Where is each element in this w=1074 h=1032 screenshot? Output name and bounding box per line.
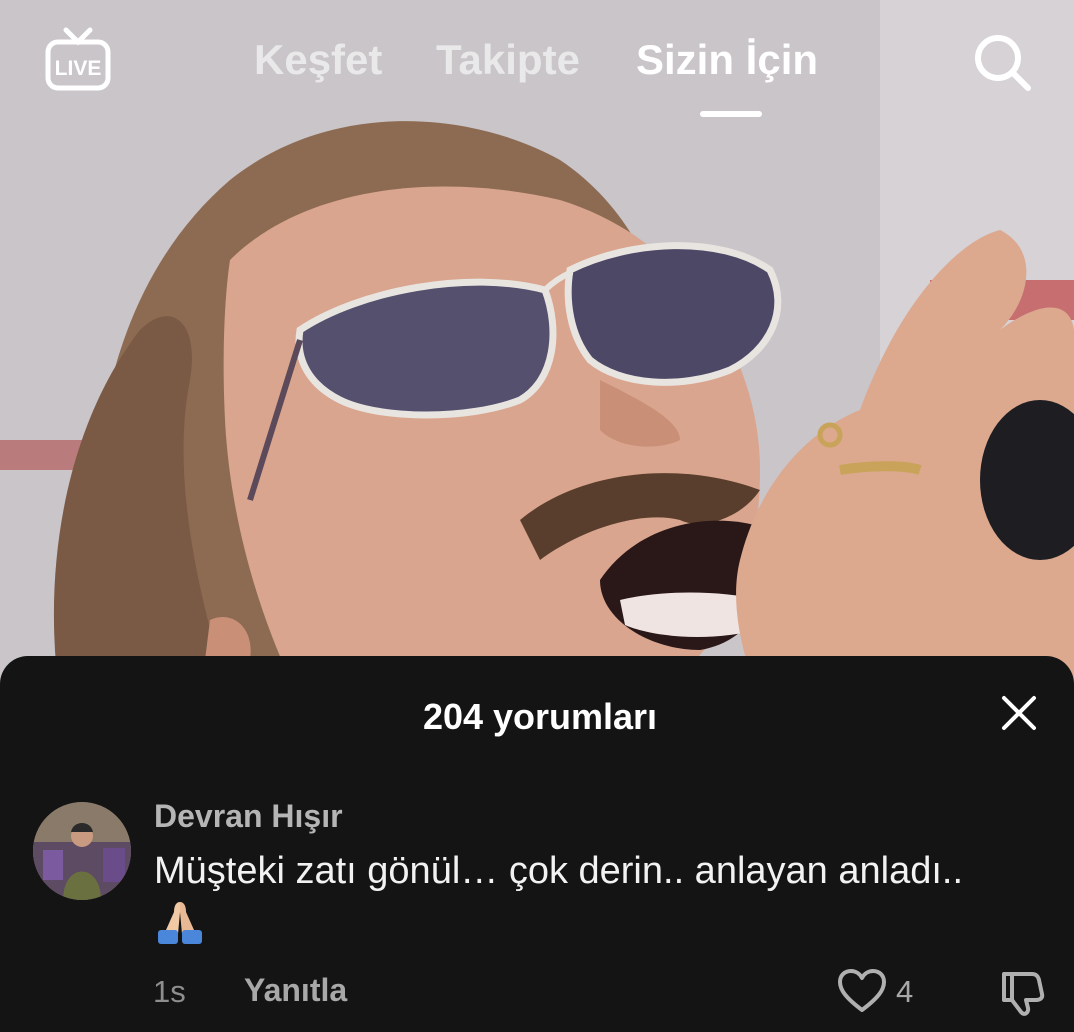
- search-icon[interactable]: [970, 30, 1034, 94]
- comment-text: Müşteki zatı gönül… çok derin.. anlayan …: [154, 850, 964, 892]
- tab-sizin-icin[interactable]: Sizin İçin: [636, 36, 818, 84]
- avatar[interactable]: [33, 802, 131, 900]
- comment-username[interactable]: Devran Hışır: [154, 798, 343, 835]
- heart-icon[interactable]: [836, 966, 888, 1018]
- reply-button[interactable]: Yanıtla: [244, 972, 347, 1009]
- top-navigation: LIVE Keşfet Takipte Sizin İçin: [0, 0, 1074, 130]
- live-label: LIVE: [55, 57, 102, 80]
- comments-sheet: 204 yorumları Devran Hışır Müşteki zatı …: [0, 656, 1074, 1032]
- close-icon[interactable]: [998, 692, 1040, 734]
- tab-takipte[interactable]: Takipte: [436, 36, 580, 84]
- thumbs-down-icon[interactable]: [996, 966, 1048, 1018]
- tab-kesfet[interactable]: Keşfet: [254, 36, 382, 84]
- comments-title: 204 yorumları: [422, 696, 658, 737]
- active-tab-indicator: [700, 111, 762, 117]
- comment-timestamp: 1s: [153, 974, 186, 1009]
- live-tv-icon[interactable]: LIVE: [44, 26, 112, 94]
- praying-hands-emoji: [154, 896, 206, 946]
- like-count: 4: [896, 974, 914, 1009]
